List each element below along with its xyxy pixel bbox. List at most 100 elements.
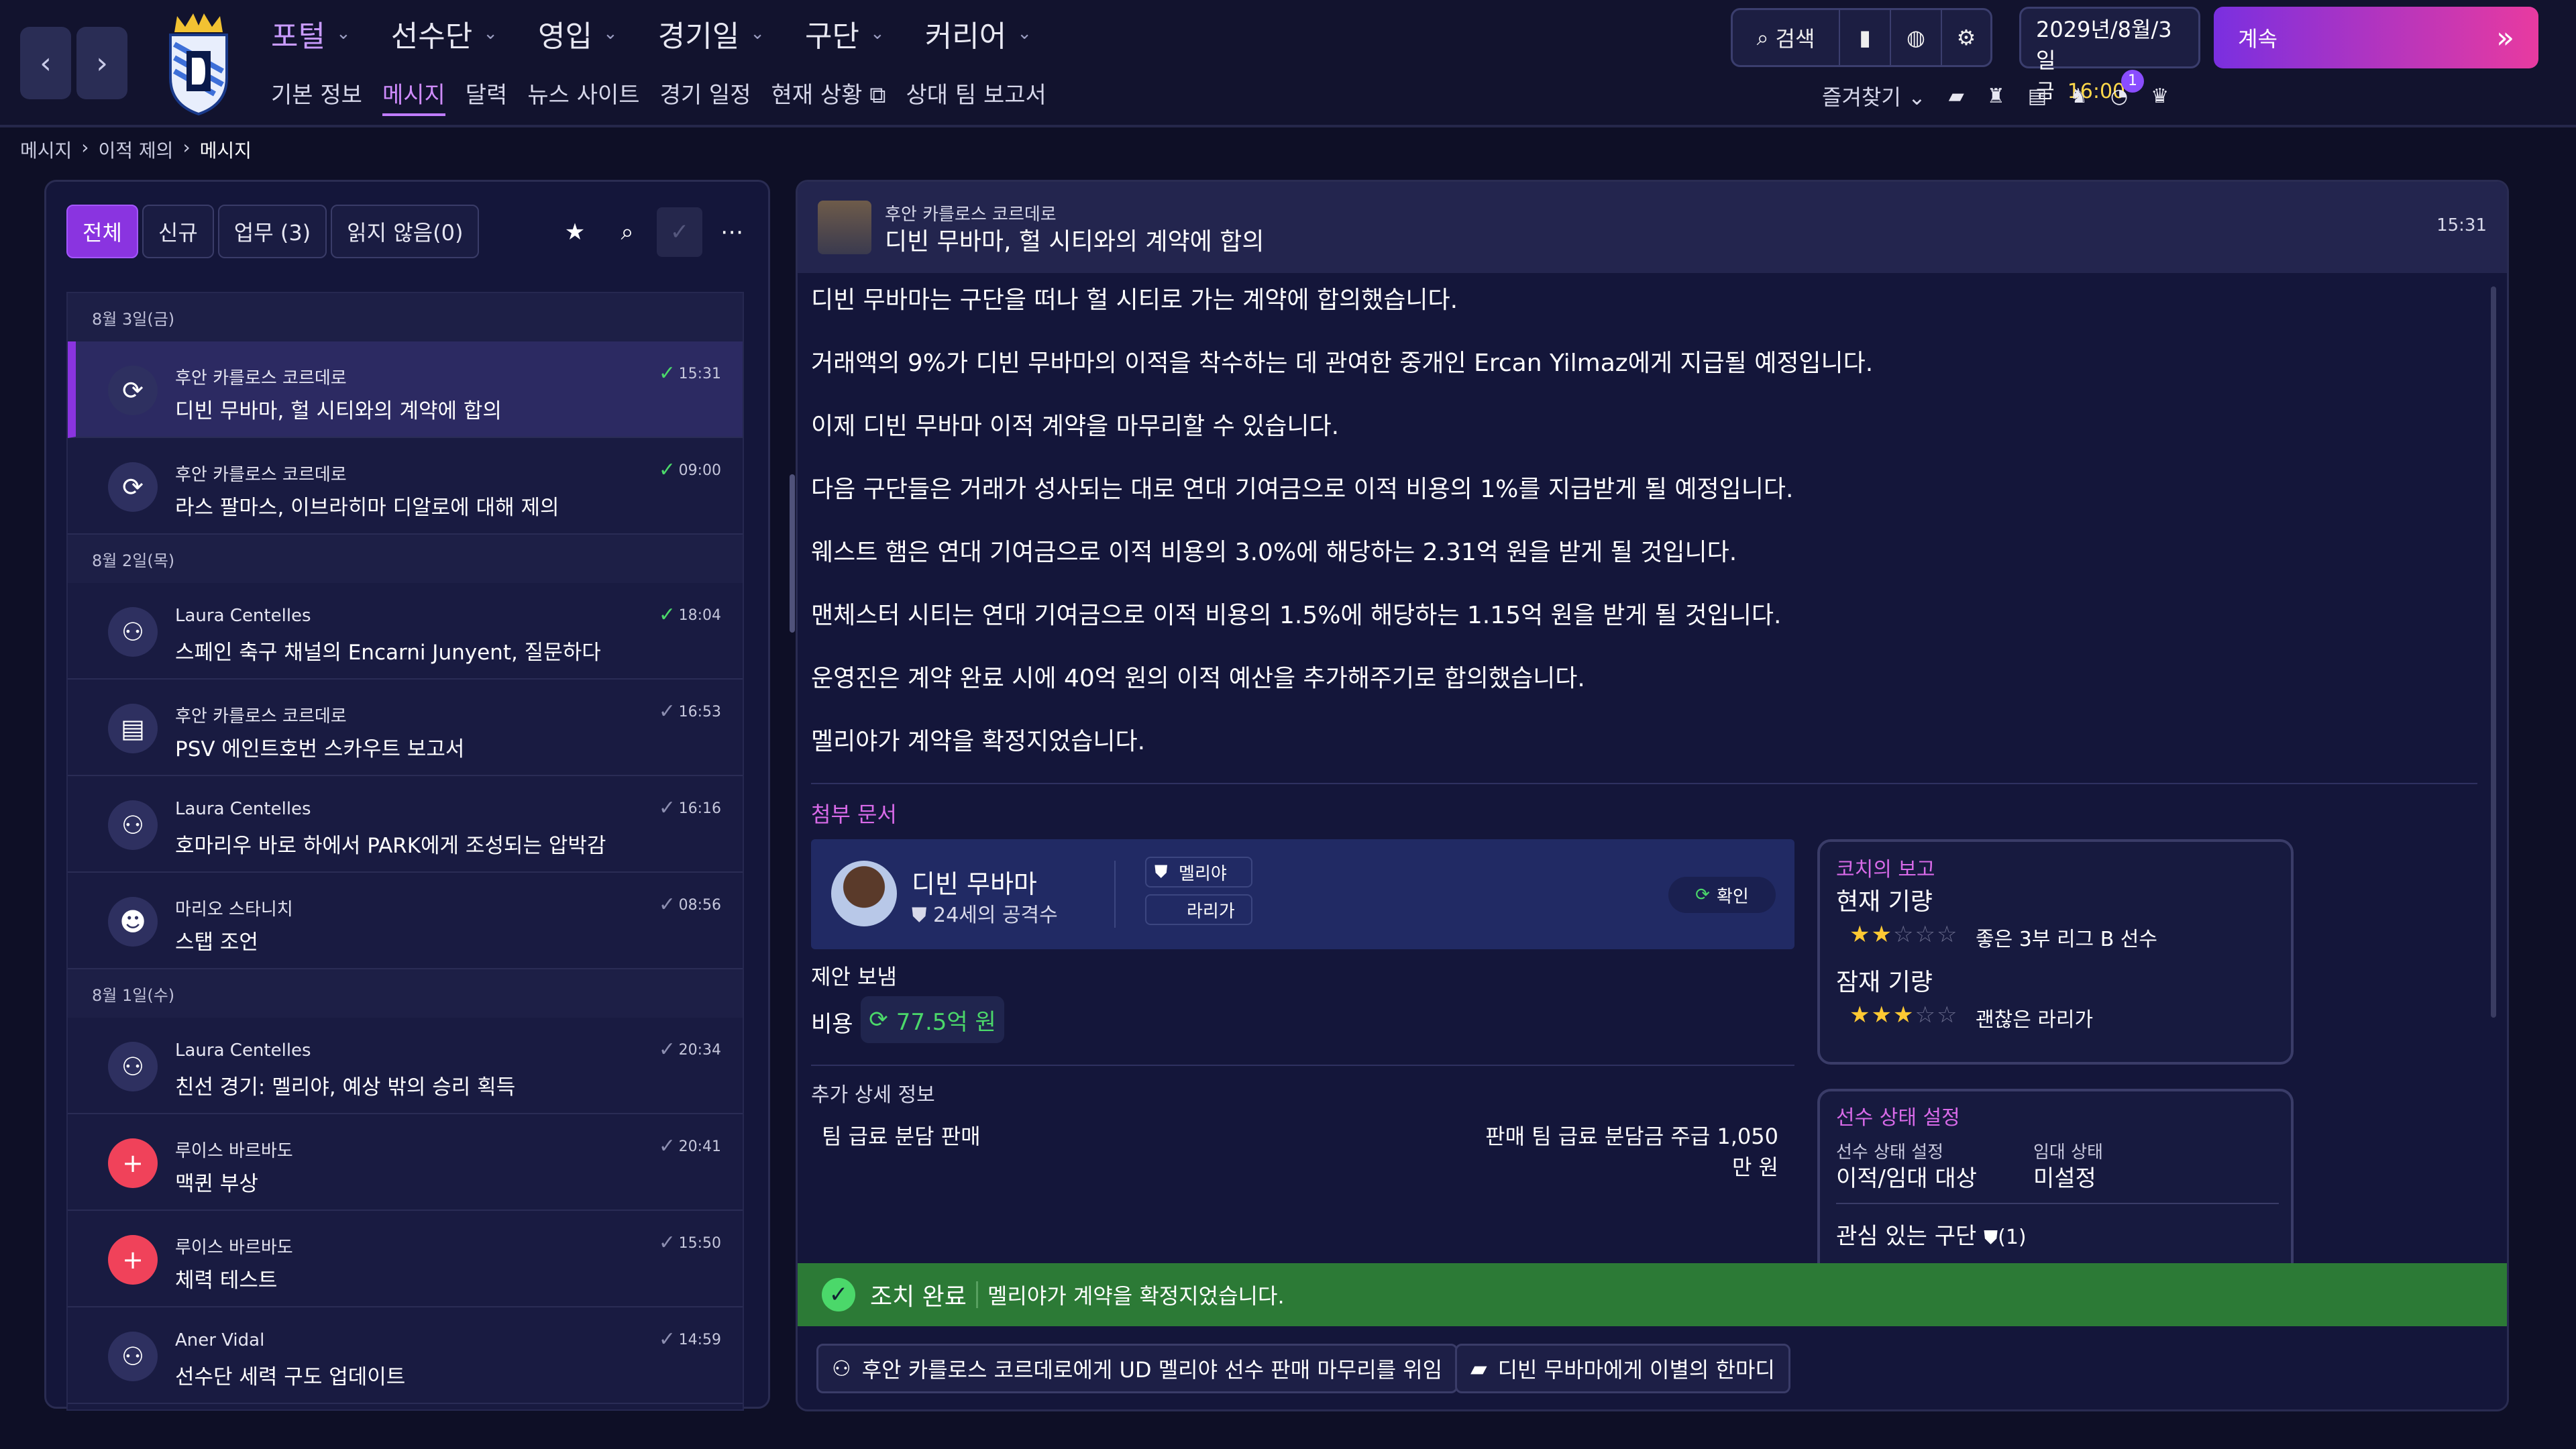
breadcrumb-inbox[interactable]: 메시지 — [20, 136, 72, 163]
search-button[interactable]: ⌕ 검색 — [1733, 10, 1840, 65]
interested-clubs-label: 관심 있는 구단 — [1836, 1223, 1977, 1250]
scout-icon[interactable]: ♞ — [2070, 85, 2088, 108]
day-separator: 8월 1일(수) — [68, 969, 743, 1018]
read-check-icon: ✓ — [658, 700, 676, 723]
breadcrumb-transfer-offers[interactable]: 이적 제의 — [98, 136, 173, 163]
list-scrollbar[interactable] — [790, 474, 795, 633]
coach-report-card[interactable]: 코치의 보고 현재 기량 ★★☆☆☆ 좋은 3부 리그 B 선수 잠재 기량 ★… — [1817, 839, 2294, 1065]
search-label: 검색 — [1775, 26, 1815, 52]
list-tools: ★ ⌕ ✓ ⋯ — [552, 207, 755, 257]
message-subject: 맥퀸 부상 — [175, 1172, 258, 1196]
game-date[interactable]: 2029년/8월/3일 금 16:00 — [2019, 7, 2200, 103]
message-row[interactable]: ⚇ Aner Vidal 선수단 세력 구도 업데이트 ✓ 14:59 — [68, 1307, 743, 1404]
farewell-message-button[interactable]: ▰ 디빈 무바마에게 이별의 한마디 — [1455, 1344, 1790, 1393]
message-subject: 디빈 무바마, 헐 시티와의 계약에 합의 — [175, 399, 502, 423]
bookmark-button[interactable]: ▮ — [1840, 10, 1891, 65]
chat-icon[interactable]: ▰ — [1949, 85, 1964, 108]
tactics-icon[interactable]: ▤ — [2028, 85, 2047, 108]
subnav-opposition[interactable]: 상대 팀 보고서 — [906, 76, 1046, 116]
message-time: 16:53 — [678, 704, 721, 720]
message-row[interactable]: ⚇ Laura Centelles 스페인 축구 채널의 Encarni Junye… — [68, 583, 743, 680]
read-check-icon: ✓ — [658, 1328, 676, 1351]
subnav-status-label: 현재 상황 — [771, 82, 863, 109]
delegate-sale-button[interactable]: ⚇ 후안 카를로스 코르데로에게 UD 멜리야 선수 판매 마무리를 위임 — [816, 1344, 1458, 1393]
nav-recruitment[interactable]: 영입 ⌄ — [538, 12, 618, 55]
read-check-icon: ✓ — [658, 458, 676, 482]
back-button[interactable]: ‹ — [20, 27, 71, 99]
confirm-button[interactable]: ⟳ 확인 — [1668, 877, 1776, 913]
star-icon: ☆ — [1915, 921, 1937, 948]
trophy-icon[interactable]: ♛ — [2151, 85, 2169, 108]
globe-icon: ◍ — [1907, 25, 1925, 50]
settings-button[interactable]: ⚙ — [1942, 10, 1990, 65]
filter-tasks[interactable]: 업무 (3) — [217, 205, 327, 258]
breadcrumb: 메시지 › 이적 제의 › 메시지 — [20, 136, 252, 163]
message-row[interactable]: ☻ 마리오 스타니치 스탭 조언 ✓ 08:56 — [68, 873, 743, 969]
club-name: 멜리야 — [1179, 863, 1227, 884]
subnav-fixtures[interactable]: 경기 일정 — [660, 76, 751, 116]
filter-new[interactable]: 신규 — [142, 205, 214, 258]
divider — [1836, 1203, 2279, 1204]
nav-portal[interactable]: 포털 ⌄ — [271, 12, 351, 55]
chevron-down-icon: ⌄ — [870, 23, 885, 44]
current-ability-stars: ★★☆☆☆ — [1849, 921, 1958, 948]
message-sender: 후안 카를로스 코르데로 — [175, 465, 347, 485]
message-sender: 루이스 바르바도 — [175, 1141, 293, 1161]
continue-button[interactable]: 계속 » — [2214, 7, 2538, 68]
nav-club[interactable]: 구단 ⌄ — [805, 12, 885, 55]
chevron-left-icon: ‹ — [40, 46, 52, 80]
nav-matchday[interactable]: 경기일 ⌄ — [658, 12, 765, 55]
divider — [811, 783, 2477, 784]
message-row[interactable]: ⟳ 후안 카를로스 코르데로 디빈 무바마, 헐 시티와의 계약에 합의 ✓ 15:31 — [68, 341, 743, 438]
notification-badge: 1 — [2121, 69, 2144, 93]
club-chip[interactable]: ⛊ 멜리야 — [1145, 857, 1252, 888]
globe-button[interactable]: ◍ — [1891, 10, 1942, 65]
more-icon[interactable]: ⋯ — [709, 207, 755, 257]
notifications-icon[interactable]: ◔ 1 — [2110, 69, 2144, 108]
message-sender: Laura Centelles — [175, 606, 311, 626]
search-icon: ⌕ — [1756, 24, 1769, 50]
message-subject: 라스 팔마스, 이브라히마 디알로에 대해 제의 — [175, 496, 559, 520]
briefcase-icon: ▤ — [108, 704, 158, 753]
star-icon: ☆ — [1936, 1002, 1959, 1028]
action-done-message: 멜리야가 계약을 확정지었습니다. — [987, 1283, 1285, 1309]
potential-ability-stars: ★★★☆☆ — [1849, 1002, 1958, 1028]
loan-status-value[interactable]: 미설정 — [2033, 1160, 2096, 1193]
detail-scrollbar[interactable] — [2491, 286, 2496, 1018]
message-time: 16:16 — [678, 800, 721, 817]
message-row[interactable]: ⟳ 후안 카를로스 코르데로 라스 팔마스, 이브라히마 디알로에 대해 제의 ✓ 09… — [68, 438, 743, 535]
forward-button[interactable]: › — [76, 27, 127, 99]
message-paragraph: 디빈 무바마는 구단을 떠나 헐 시티로 가는 계약에 합의했습니다. — [811, 286, 1458, 314]
search-icon[interactable]: ⌕ — [604, 207, 650, 257]
message-row[interactable]: + 루이스 바르바도 맥퀸 부상 ✓ 20:41 — [68, 1114, 743, 1211]
filter-all[interactable]: 전체 — [66, 205, 138, 258]
interested-clubs[interactable]: 관심 있는 구단 ⛊(1) — [1836, 1218, 2027, 1250]
message-row[interactable]: ▤ 후안 카를로스 코르데로 PSV 에인트호번 스카우트 보고서 ✓ 16:53 — [68, 680, 743, 776]
shirt-icon[interactable]: ♜ — [1987, 85, 2005, 108]
check-icon: ✓ — [822, 1278, 855, 1311]
transfer-status-value[interactable]: 이적/임대 대상 — [1836, 1160, 1977, 1193]
transfer-icon: ⟳ — [869, 1006, 888, 1033]
message-sender: Aner Vidal — [175, 1330, 265, 1350]
player-card[interactable]: 디빈 무바마 ⛊ 24세의 공격수 ⛊ 멜리야 라리가 ⟳ 확인 — [811, 839, 1794, 949]
subnav-status[interactable]: 현재 상황 ⧉ — [771, 76, 886, 116]
message-time: 14:59 — [678, 1332, 721, 1348]
extra-details-title: 추가 상세 정보 — [811, 1083, 935, 1107]
nav-career[interactable]: 커리어 ⌄ — [925, 12, 1032, 55]
subnav-inbox[interactable]: 메시지 — [382, 76, 445, 116]
message-row[interactable]: + 루이스 바르바도 체력 테스트 ✓ 15:50 — [68, 1211, 743, 1307]
club-crest-logo[interactable] — [161, 11, 236, 115]
subnav-overview[interactable]: 기본 정보 — [271, 76, 362, 116]
message-row[interactable]: ⚇ Laura Centelles 친선 경기: 멜리야, 예상 밖의 승리 획득 ✓… — [68, 1018, 743, 1114]
nav-squad[interactable]: 선수단 ⌄ — [391, 12, 498, 55]
message-row[interactable]: ⚇ Laura Centelles 호마리우 바로 하에서 PARK에게 조성되는 … — [68, 776, 743, 873]
chevron-right-icon: › — [96, 46, 108, 80]
message-subject: 체력 테스트 — [175, 1269, 278, 1293]
league-chip[interactable]: 라리가 — [1145, 894, 1252, 925]
staff-icon: ☻ — [108, 897, 158, 947]
subnav-calendar[interactable]: 달력 — [466, 76, 508, 116]
subnav-news[interactable]: 뉴스 사이트 — [527, 76, 639, 116]
star-icon[interactable]: ★ — [552, 207, 598, 257]
filter-unread[interactable]: 읽지 않음(0) — [331, 205, 480, 258]
favorites-dropdown[interactable]: 즐겨찾기 ⌄ — [1822, 80, 1926, 111]
